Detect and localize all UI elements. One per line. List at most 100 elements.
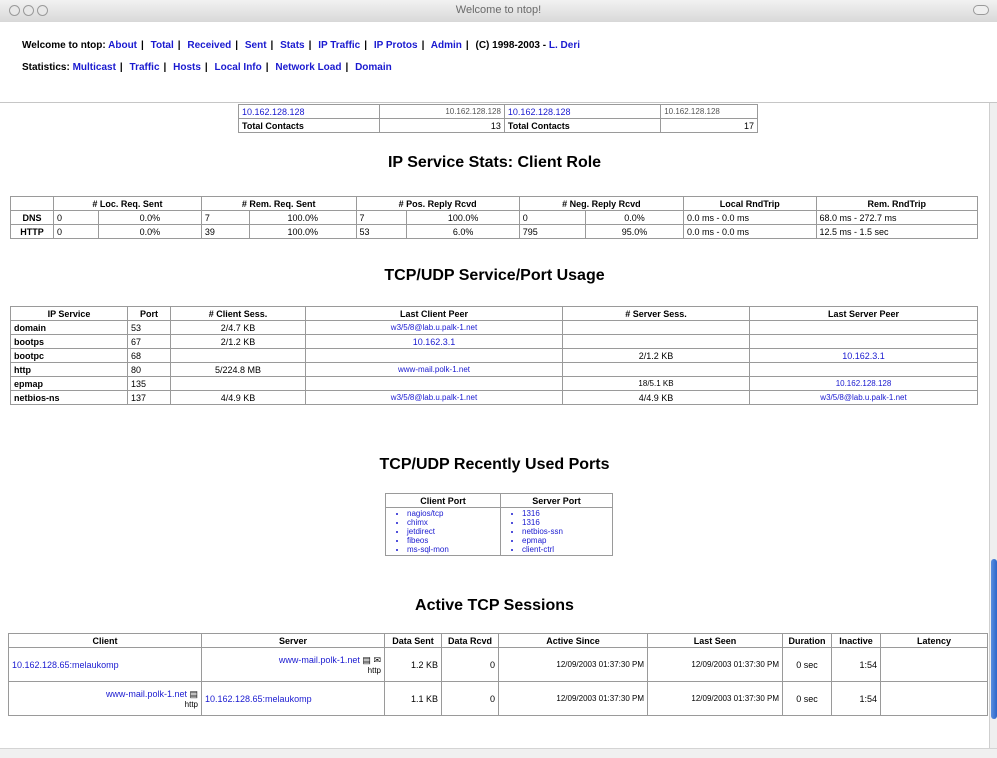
table-cell: 0 — [518, 210, 587, 225]
vertical-scrollbar[interactable] — [989, 103, 997, 748]
last-seen-header: Last Seen — [647, 633, 783, 648]
client-peer-link[interactable]: w3/5/8@lab.u.palk-1.net — [305, 320, 563, 335]
port-cell: 68 — [127, 348, 171, 363]
total-contacts-value: 13 — [379, 118, 505, 133]
menu-traffic[interactable]: Traffic — [130, 62, 160, 73]
port-cell: 137 — [127, 390, 171, 405]
menu-multicast[interactable]: Multicast — [73, 62, 116, 73]
service-name: bootpc — [10, 348, 128, 363]
server-peer-link[interactable]: w3/5/8@lab.u.palk-1.net — [749, 390, 978, 405]
server-peer-link[interactable] — [749, 320, 978, 335]
menu-admin[interactable]: Admin — [431, 40, 462, 51]
client-sess-cell: 4/4.9 KB — [170, 390, 306, 405]
recent-ports-title: TCP/UDP Recently Used Ports — [379, 456, 610, 473]
table-cell: 7 — [355, 210, 408, 225]
contacts-table: 10.162.128.128 10.162.128.128 10.162.128… — [237, 104, 758, 133]
server-sess-cell: 18/5.1 KB — [562, 376, 750, 391]
table-cell: 0.0% — [585, 210, 684, 225]
client-port-link[interactable]: chimx — [407, 518, 497, 527]
data-rcvd-cell: 0 — [441, 681, 499, 716]
inactive-cell: 1:54 — [831, 681, 881, 716]
table-row: www-mail.polk-1.net ▤ http 10.162.128.65… — [8, 681, 988, 716]
server-port-link[interactable]: epmap — [522, 536, 609, 545]
server-sess-cell: 2/1.2 KB — [562, 348, 750, 363]
recent-ports-table: Client Port Server Port nagios/tcp chimx… — [385, 493, 613, 556]
client-port-link[interactable]: ms-sql-mon — [407, 545, 497, 554]
client-peer-link[interactable] — [305, 348, 563, 363]
contact-peer-link[interactable]: 10.162.128.128 — [237, 104, 381, 119]
mail-icon: ✉ — [373, 654, 381, 665]
server-port-link[interactable]: 1316 — [522, 509, 609, 518]
server-port-link[interactable]: netbios-ssn — [522, 527, 609, 536]
table-cell: 100.0% — [249, 224, 357, 239]
client-port-link[interactable]: jetdirect — [407, 527, 497, 536]
server-sess-cell — [562, 334, 750, 349]
service-name: domain — [10, 320, 128, 335]
port-usage-table: IP Service Port # Client Sess. Last Clie… — [10, 306, 978, 405]
client-port-link[interactable]: fibeos — [407, 536, 497, 545]
port-cell: 67 — [127, 334, 171, 349]
last-server-peer-header: Last Server Peer — [749, 306, 978, 321]
menu-total[interactable]: Total — [151, 40, 174, 51]
menu-sent[interactable]: Sent — [245, 40, 267, 51]
data-sent-cell: 1.2 KB — [384, 647, 442, 682]
client-port-header: Client Port — [385, 493, 501, 508]
client-sess-cell: 5/224.8 MB — [170, 362, 306, 377]
server-peer-link[interactable]: 10.162.128.128 — [749, 376, 978, 391]
menu-ip-traffic[interactable]: IP Traffic — [318, 40, 360, 51]
table-cell: 12.5 ms - 1.5 sec — [815, 224, 979, 239]
author-link[interactable]: L. Deri — [549, 40, 580, 51]
client-sess-cell — [170, 348, 306, 363]
menu-about[interactable]: About — [108, 40, 137, 51]
service-name: netbios-ns — [10, 390, 128, 405]
client-link[interactable]: 10.162.128.65:melaukomp — [8, 647, 202, 682]
client-peer-link[interactable]: 10.162.3.1 — [305, 334, 563, 349]
table-cell: 100.0% — [406, 210, 520, 225]
menu-ip-protos[interactable]: IP Protos — [374, 40, 418, 51]
server-port-link[interactable]: 1316 — [522, 518, 609, 527]
page-content[interactable]: 10.162.128.128 10.162.128.128 10.162.128… — [0, 103, 989, 748]
table-cell: 0.0% — [97, 210, 202, 225]
table-row: DNS 0 0.0% 7 100.0% 7 100.0% 0 0.0% 0.0 … — [10, 210, 979, 225]
server-link[interactable]: 10.162.128.65:melaukomp — [201, 681, 385, 716]
window-title-bar: Welcome to ntop! — [0, 0, 997, 23]
port-usage-title: TCP/UDP Service/Port Usage — [384, 267, 605, 284]
server-peer-link[interactable] — [749, 362, 978, 377]
service-stats-table: # Loc. Req. Sent # Rem. Req. Sent # Pos.… — [10, 196, 979, 239]
client-port-link[interactable]: nagios/tcp — [407, 509, 497, 518]
service-name: bootps — [10, 334, 128, 349]
last-seen-cell: 12/09/2003 01:37:30 PM — [647, 647, 783, 682]
server-sess-cell: 4/4.9 KB — [562, 390, 750, 405]
rem-rndtrip-header: Rem. RndTrip — [815, 196, 979, 211]
menu-stats[interactable]: Stats — [280, 40, 304, 51]
latency-cell — [880, 681, 988, 716]
contact-peer-link[interactable]: 10.162.128.128 — [503, 104, 662, 119]
duration-header: Duration — [782, 633, 832, 648]
server-port-link[interactable]: client-ctrl — [522, 545, 609, 554]
server-peer-link[interactable] — [749, 334, 978, 349]
client-peer-link[interactable]: www-mail.polk-1.net — [305, 362, 563, 377]
scrollbar-thumb[interactable] — [991, 559, 997, 719]
client-peer-link[interactable] — [305, 376, 563, 391]
server-icon: ▤ — [189, 688, 198, 699]
menu-domain[interactable]: Domain — [355, 62, 392, 73]
client-sess-cell — [170, 376, 306, 391]
server-port-header: Server Port — [500, 493, 613, 508]
client-peer-link[interactable]: w3/5/8@lab.u.palk-1.net — [305, 390, 563, 405]
server-sess-cell — [562, 320, 750, 335]
latency-cell — [880, 647, 988, 682]
menu-network-load[interactable]: Network Load — [275, 62, 341, 73]
service-name: HTTP — [10, 224, 54, 239]
client-link[interactable]: www-mail.polk-1.net — [106, 689, 187, 699]
pos-reply-header: # Pos. Reply Rcvd — [355, 196, 520, 211]
client-cell: www-mail.polk-1.net ▤ http — [8, 681, 202, 716]
server-link[interactable]: www-mail.polk-1.net — [279, 655, 360, 665]
menu-hosts[interactable]: Hosts — [173, 62, 201, 73]
port-cell: 53 — [127, 320, 171, 335]
toolbar-toggle-button[interactable] — [973, 5, 989, 15]
menu-local-info[interactable]: Local Info — [215, 62, 262, 73]
menu-received[interactable]: Received — [187, 40, 231, 51]
latency-header: Latency — [880, 633, 988, 648]
server-peer-link[interactable]: 10.162.3.1 — [749, 348, 978, 363]
table-cell: 68.0 ms - 272.7 ms — [815, 210, 979, 225]
